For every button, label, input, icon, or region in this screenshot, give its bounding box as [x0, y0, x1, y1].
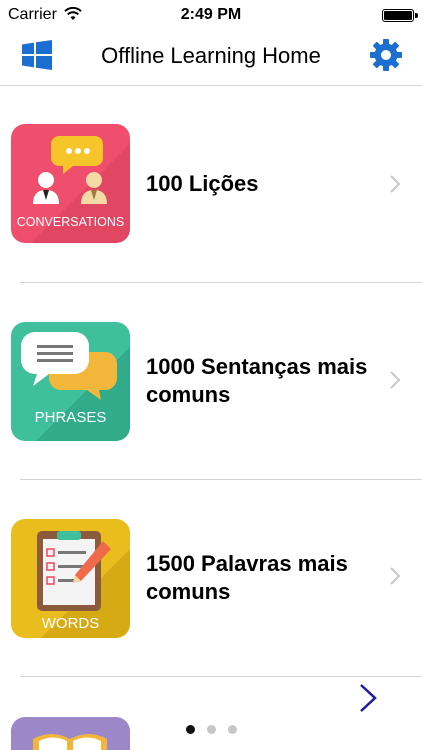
page-indicator[interactable] — [0, 725, 422, 734]
conversations-thumbnail: CONVERSATIONS — [11, 124, 130, 243]
battery-icon — [382, 9, 418, 22]
chevron-right-icon — [360, 684, 377, 712]
page-dot-3[interactable] — [227, 725, 237, 734]
item-label-words: 1500 Palavras mais comuns — [146, 551, 348, 604]
gear-icon — [370, 39, 402, 71]
page-title: Offline Learning Home — [101, 43, 321, 68]
page-dot-1[interactable] — [185, 725, 195, 734]
phrases-thumb-text: PHRASES — [35, 409, 107, 426]
conversations-thumb-text: CONVERSATIONS — [17, 215, 124, 229]
list-item-words[interactable]: WORDS 1500 Palavras mais comuns — [0, 480, 422, 677]
chevron-right-icon — [388, 370, 402, 390]
status-bar: Carrier 2:49 PM — [0, 0, 422, 30]
item-label-conversations: 100 Lições — [146, 171, 259, 196]
words-thumbnail: WORDS — [11, 519, 130, 638]
phrases-thumbnail: PHRASES — [11, 322, 130, 441]
page-dot-2[interactable] — [206, 725, 216, 734]
list-item-conversations[interactable]: CONVERSATIONS 100 Lições — [0, 86, 422, 283]
item-label-phrases: 1000 Sentanças mais comuns — [146, 354, 368, 407]
next-page-button[interactable] — [356, 682, 380, 714]
chevron-right-icon — [388, 566, 402, 586]
clock-label: 2:49 PM — [180, 6, 242, 23]
navigation-bar: Offline Learning Home — [0, 30, 422, 86]
settings-button[interactable] — [370, 39, 402, 71]
list-item-phrases[interactable]: PHRASES 1000 Sentanças mais comuns — [0, 283, 422, 480]
words-thumb-text: WORDS — [42, 615, 100, 632]
chevron-right-icon — [388, 174, 402, 194]
